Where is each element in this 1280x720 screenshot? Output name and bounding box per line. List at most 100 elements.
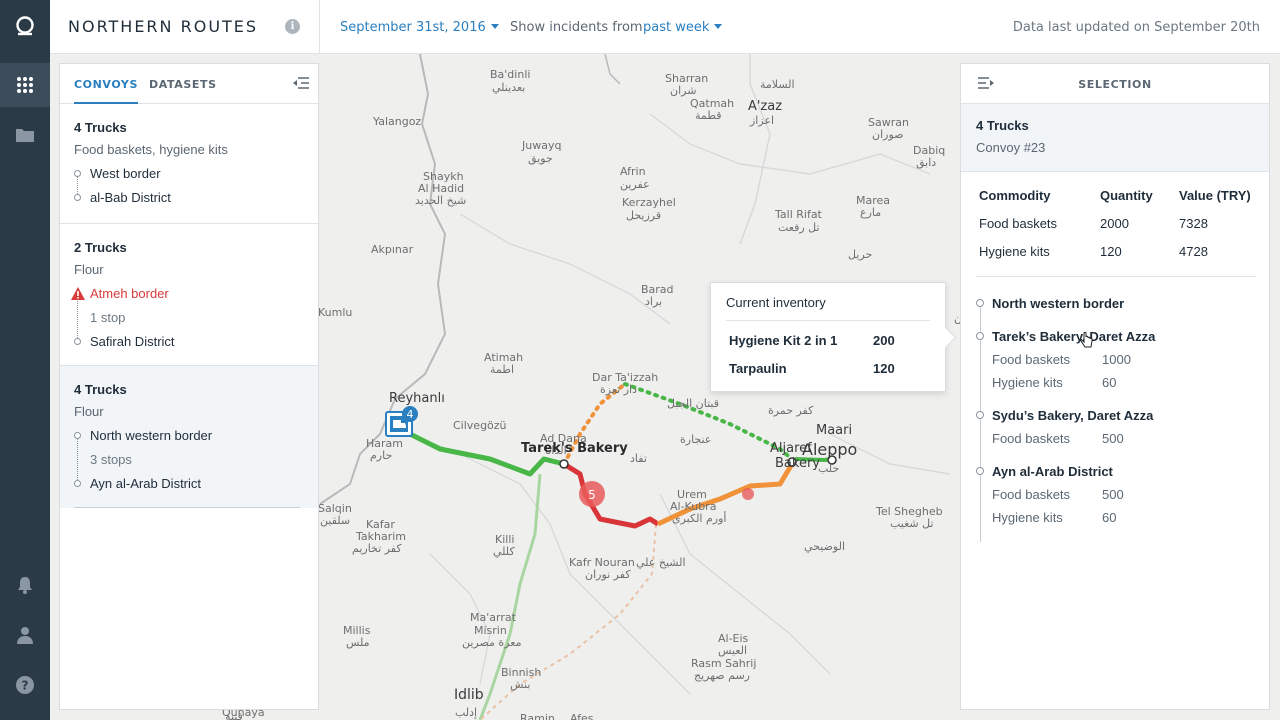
convoy-item[interactable]: 2 Trucks Flour Atmeh border 1 stop Safir… [60, 224, 318, 366]
date-dropdown[interactable]: September 31st, 2016 [340, 20, 499, 35]
selection-panel: SELECTION 4 Trucks Convoy #23 Commodity … [960, 63, 1270, 710]
svg-text:إدلب: إدلب [455, 706, 477, 719]
incidents-range-dropdown[interactable]: past week [643, 20, 723, 35]
convoy-item[interactable]: 4 Trucks Food baskets, hygiene kits West… [60, 104, 318, 224]
panel-tabs: CONVOYS DATASETS [60, 64, 318, 104]
chevron-down-icon [714, 24, 723, 29]
svg-text:Bakery: Bakery [775, 456, 820, 471]
svg-text:تفاد: تفاد [630, 452, 647, 465]
tab-datasets[interactable]: DATASETS [149, 78, 217, 91]
selection-title: SELECTION [1078, 78, 1152, 91]
summary-subtitle: Convoy #23 [976, 140, 1046, 155]
tooltip-row: Tarpaulin 120 [729, 361, 895, 376]
svg-text:عفرين: عفرين [620, 178, 650, 191]
help-icon[interactable]: ? [0, 663, 50, 707]
convoy-subtitle: Food baskets, hygiene kits [74, 142, 228, 157]
convoy-title: 4 Trucks [74, 120, 127, 135]
info-icon[interactable]: i [285, 19, 300, 34]
svg-text:Cilvegözü: Cilvegözü [453, 419, 507, 432]
svg-text:Aljaref: Aljaref [770, 441, 812, 456]
convoy-title: 4 Trucks [74, 382, 127, 397]
svg-text:كللي: كللي [493, 545, 515, 558]
app-title: NORTHERN ROUTES [68, 17, 259, 36]
svg-text:كفر تخاريم: كفر تخاريم [352, 542, 402, 555]
svg-text:تل رفعت: تل رفعت [778, 221, 820, 234]
convoy-badge: 4 [407, 408, 414, 421]
svg-text:Ma'arrat: Ma'arrat [470, 611, 517, 624]
top-bar: NORTHERN ROUTES i September 31st, 2016 S… [50, 0, 1280, 54]
commodity-table: Commodity Quantity Value (TRY) Food bask… [979, 184, 1259, 268]
apps-grid-icon[interactable] [0, 63, 50, 107]
convoy-subtitle: Flour [74, 404, 104, 419]
svg-text:Ramin: Ramin [520, 712, 555, 720]
route-stop[interactable]: Tarek’s Bakery, Daret Azza [976, 325, 1261, 348]
svg-text:كفر نوران: كفر نوران [585, 568, 631, 581]
svg-text:اعزاز: اعزاز [749, 114, 774, 127]
svg-text:مارع: مارع [860, 206, 881, 219]
svg-text:تل شغيب: تل شغيب [890, 517, 934, 530]
svg-text:Kumlu: Kumlu [318, 306, 352, 319]
convoy-stops-count: 1 stop [90, 310, 126, 325]
svg-text:الوضيحي: الوضيحي [804, 540, 845, 553]
route-stop[interactable]: Sydu’s Bakery, Daret Azza [976, 404, 1261, 427]
svg-text:رسم صهريج: رسم صهريج [694, 669, 750, 682]
svg-text:قطمة: قطمة [695, 109, 722, 122]
svg-text:Ba'dinli: Ba'dinli [490, 68, 530, 81]
svg-text:عنجارة: عنجارة [680, 433, 711, 446]
svg-text:كفر حمرة: كفر حمرة [768, 404, 814, 417]
svg-text:Tarek's Bakery: Tarek's Bakery [521, 441, 628, 456]
svg-text:Afes: Afes [570, 712, 594, 720]
summary-title: 4 Trucks [976, 118, 1029, 133]
svg-text:شيخ الحديد: شيخ الحديد [415, 194, 466, 207]
incidents-label: Show incidents from [510, 20, 643, 35]
convoy-title: 2 Trucks [74, 240, 127, 255]
route-item: Food baskets 500 [992, 431, 1124, 446]
tooltip-row: Hygiene Kit 2 in 1 200 [729, 333, 895, 348]
route-item: Hygiene kits 60 [992, 375, 1117, 390]
convoy-stop: North western border [74, 424, 318, 448]
svg-text:قنية: قنية [225, 710, 243, 720]
svg-text:اطمة: اطمة [490, 363, 514, 376]
route-stop[interactable]: Ayn al-Arab District [976, 460, 1261, 483]
svg-text:العيس: العيس [718, 644, 747, 657]
svg-text:حريل: حريل [848, 248, 872, 261]
tab-convoys[interactable]: CONVOYS [74, 78, 138, 104]
convoy-stop-alert: Atmeh border [71, 282, 318, 306]
collapse-panel-icon[interactable] [292, 76, 310, 90]
svg-text:سلقين: سلقين [320, 514, 350, 527]
svg-text:براد: براد [645, 295, 662, 308]
route-stop[interactable]: North western border [976, 292, 1261, 315]
folder-icon[interactable] [0, 113, 50, 157]
bell-icon[interactable] [0, 563, 50, 607]
last-updated: Data last updated on September 20th [1012, 20, 1260, 35]
convoy-stop: Safirah District [74, 330, 318, 354]
svg-text:صوران: صوران [872, 128, 903, 141]
route-node [559, 459, 569, 469]
svg-text:الشيخ علي: الشيخ علي [636, 556, 686, 569]
convoy-stop: Ayn al-Arab District [74, 472, 318, 496]
svg-text:ملس: ملس [346, 636, 370, 649]
divider [74, 507, 300, 508]
table-header: Commodity Quantity Value (TRY) [979, 188, 1251, 203]
user-icon[interactable] [0, 613, 50, 657]
svg-text:Reyhanlı: Reyhanlı [389, 391, 445, 406]
svg-text:قبتان الجبل: قبتان الجبل [667, 397, 719, 410]
date-value: September 31st, 2016 [340, 20, 486, 35]
inventory-tooltip: Current inventory Hygiene Kit 2 in 1 200 … [710, 282, 946, 392]
table-row: Food baskets 2000 7328 [979, 216, 1208, 231]
svg-text:جويق: جويق [528, 152, 553, 166]
svg-text:Yalangoz: Yalangoz [372, 115, 421, 128]
table-row: Hygiene kits 120 4728 [979, 244, 1208, 259]
incidents-range-value: past week [643, 20, 710, 35]
convoy-stop: West border [74, 162, 318, 186]
route-item: Food baskets 500 [992, 487, 1124, 502]
convoy-item-selected[interactable]: 4 Trucks Flour North western border 3 st… [60, 366, 318, 508]
convoy-subtitle: Flour [74, 262, 104, 277]
convoys-panel: CONVOYS DATASETS 4 Trucks Food baskets, … [59, 63, 319, 710]
svg-text:شران: شران [670, 84, 696, 97]
logo-icon[interactable] [0, 4, 50, 48]
svg-text:?: ? [22, 679, 29, 693]
convoy-stop: al-Bab District [74, 186, 318, 210]
route-list: North western border Tarek’s Bakery, Dar… [976, 292, 1261, 542]
svg-text:أورم الكبرى: أورم الكبرى [672, 511, 726, 525]
